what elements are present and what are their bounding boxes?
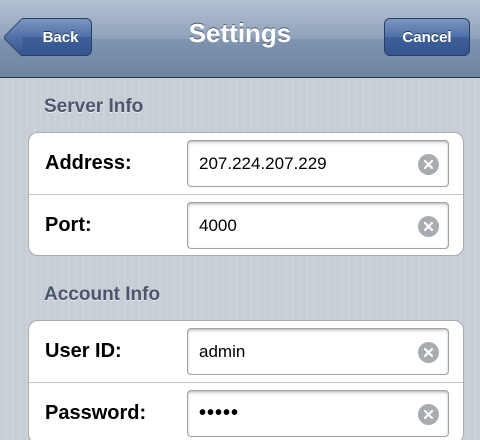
user-id-value: admin <box>199 341 246 361</box>
password-field[interactable]: ••••• <box>187 390 449 437</box>
clear-icon[interactable] <box>418 342 439 363</box>
password-value: ••••• <box>199 402 240 424</box>
address-field[interactable]: 207.224.207.229 <box>187 140 449 187</box>
user-id-row: User ID: admin <box>29 321 463 382</box>
user-id-field[interactable]: admin <box>187 328 449 375</box>
port-value: 4000 <box>199 215 237 235</box>
port-row: Port: 4000 <box>29 194 463 255</box>
section-header-server-info: Server Info <box>44 96 144 117</box>
clear-icon[interactable] <box>418 404 439 425</box>
clear-icon[interactable] <box>418 154 439 175</box>
server-info-group: Address: 207.224.207.229 Port: 4000 <box>28 132 464 256</box>
address-label: Address: <box>45 152 132 174</box>
back-button[interactable]: Back <box>22 18 92 56</box>
navigation-bar: Back Settings Cancel <box>0 0 480 78</box>
port-field[interactable]: 4000 <box>187 202 449 249</box>
user-id-label: User ID: <box>45 340 122 362</box>
section-header-account-info: Account Info <box>44 284 161 305</box>
password-label: Password: <box>45 401 147 424</box>
password-row: Password: ••••• <box>29 382 463 440</box>
port-label: Port: <box>45 213 92 236</box>
address-value: 207.224.207.229 <box>199 153 327 173</box>
account-info-group: User ID: admin Password: ••••• <box>28 320 464 440</box>
cancel-button[interactable]: Cancel <box>384 18 470 56</box>
clear-icon[interactable] <box>418 216 439 237</box>
address-row: Address: 207.224.207.229 <box>29 133 463 194</box>
